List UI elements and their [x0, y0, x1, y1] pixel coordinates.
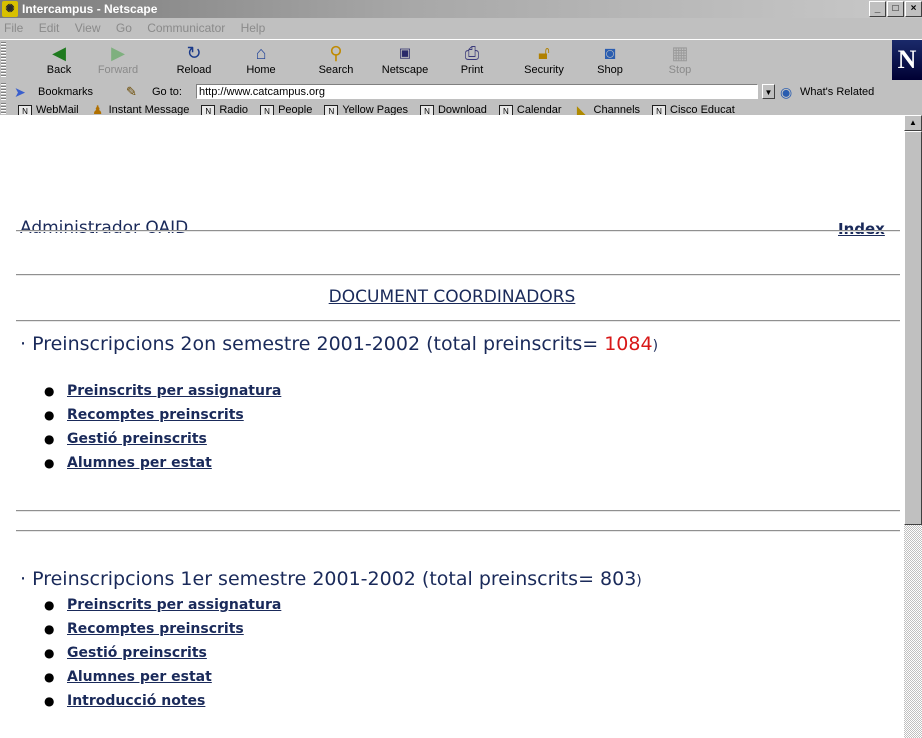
toolbar-area: ◀ Back ▶ Forward ↻ Reload ⌂ Home ⚲ Searc…: [0, 39, 922, 117]
window-title: Intercampus - Netscape: [22, 2, 158, 16]
search-icon: ⚲: [329, 43, 343, 63]
netscape-button[interactable]: ▣ Netscape: [375, 42, 435, 80]
home-button[interactable]: ⌂ Home: [239, 42, 283, 80]
netscape-icon: ▣: [398, 45, 412, 60]
bullet-icon: ●: [44, 694, 55, 708]
goto-label: Go to:: [152, 86, 182, 98]
bookmarks-button[interactable]: Bookmarks: [38, 81, 93, 103]
bullet-icon: ●: [44, 432, 55, 446]
divider: [16, 230, 900, 232]
home-icon: ⌂: [255, 43, 267, 63]
page-content: Administrador OAID Index DOCUMENT COORDI…: [0, 115, 904, 738]
list-item: ● Recomptes preinscrits: [44, 404, 281, 428]
forward-arrow-icon: ▶: [111, 43, 125, 63]
introduccio-notes-link[interactable]: Introducció notes: [67, 693, 205, 709]
divider: [16, 274, 900, 276]
window-controls: _ □ ×: [868, 1, 922, 17]
stop-icon: ▦: [671, 43, 689, 63]
back-button[interactable]: ◀ Back: [36, 42, 82, 80]
gestio-preinscrits-link[interactable]: Gestió preinscrits: [67, 645, 207, 661]
back-arrow-icon: ◀: [52, 43, 66, 63]
total-preinscrits: 1084: [604, 333, 653, 355]
netscape-logo[interactable]: N: [892, 40, 922, 80]
shop-button[interactable]: ◙ Shop: [590, 42, 630, 80]
scroll-thumb[interactable]: [904, 131, 922, 525]
minimize-button[interactable]: _: [869, 1, 886, 17]
forward-button[interactable]: ▶ Forward: [93, 42, 143, 80]
list-item: ● Recomptes preinscrits: [44, 618, 281, 642]
security-button[interactable]: 🔓︎ Security: [517, 42, 571, 80]
list-item: ● Gestió preinscrits: [44, 642, 281, 666]
close-button[interactable]: ×: [905, 1, 922, 17]
menu-help[interactable]: Help: [241, 21, 266, 35]
divider: [16, 320, 900, 322]
page-proxy-icon[interactable]: ✎: [126, 84, 137, 100]
link-list-2on-semestre: ● Preinscrits per assignatura ● Recomptes …: [44, 380, 281, 476]
scroll-up-button[interactable]: ▲: [904, 115, 922, 131]
recomptes-preinscrits-link[interactable]: Recomptes preinscrits: [67, 621, 244, 637]
preinscrits-per-assignatura-link[interactable]: Preinscrits per assignatura: [67, 383, 281, 399]
link-list-1er-semestre: ● Preinscrits per assignatura ● Recomptes …: [44, 594, 281, 714]
bullet-icon: ●: [44, 456, 55, 470]
menu-edit[interactable]: Edit: [39, 21, 60, 35]
list-item: ● Preinscrits per assignatura: [44, 594, 281, 618]
divider: [16, 510, 900, 512]
menu-go[interactable]: Go: [116, 21, 132, 35]
section-title-1er-semestre: · Preinscripcions 1er semestre 2001-2002…: [20, 568, 642, 590]
bullet-icon: ●: [44, 670, 55, 684]
menu-bar: File Edit View Go Communicator Help: [0, 18, 922, 39]
reload-button[interactable]: ↻ Reload: [172, 42, 216, 80]
vertical-scrollbar[interactable]: ▲: [904, 115, 922, 738]
section-title-2on-semestre: · Preinscripcions 2on semestre 2001-2002…: [20, 333, 659, 355]
menu-file[interactable]: File: [4, 21, 23, 35]
location-bar: ➤ Bookmarks ✎ Go to: http://www.catcampu…: [0, 81, 922, 103]
gestio-preinscrits-link[interactable]: Gestió preinscrits: [67, 431, 207, 447]
menu-communicator[interactable]: Communicator: [147, 21, 225, 35]
list-item: ● Gestió preinscrits: [44, 428, 281, 452]
index-link[interactable]: Index: [838, 220, 885, 238]
maximize-button[interactable]: □: [887, 1, 904, 17]
list-item: ● Alumnes per estat: [44, 452, 281, 476]
divider: [16, 530, 900, 532]
total-preinscrits: 803: [600, 568, 637, 590]
bullet-icon: ●: [44, 384, 55, 398]
whats-related-button[interactable]: What's Related: [800, 81, 874, 103]
stop-button[interactable]: ▦ Stop: [660, 42, 700, 80]
bullet-icon: ●: [44, 646, 55, 660]
recomptes-preinscrits-link[interactable]: Recomptes preinscrits: [67, 407, 244, 423]
print-button[interactable]: ⎙ Print: [450, 42, 494, 80]
bullet-icon: ●: [44, 622, 55, 636]
lock-icon: 🔓︎: [538, 43, 550, 63]
document-coordinadors-link[interactable]: DOCUMENT COORDINADORS: [0, 287, 904, 307]
whats-related-icon[interactable]: ◉: [780, 84, 792, 100]
alumnes-per-estat-link[interactable]: Alumnes per estat: [67, 669, 212, 685]
alumnes-per-estat-link[interactable]: Alumnes per estat: [67, 455, 212, 471]
preinscrits-per-assignatura-link[interactable]: Preinscrits per assignatura: [67, 597, 281, 613]
toolbar-grip[interactable]: [1, 42, 6, 78]
search-button[interactable]: ⚲ Search: [311, 42, 361, 80]
menu-view[interactable]: View: [75, 21, 101, 35]
print-icon: ⎙: [464, 43, 480, 63]
window-titlebar: ✺ Intercampus - Netscape _ □ ×: [0, 0, 922, 18]
page-title: Administrador OAID: [20, 218, 189, 238]
bookmarks-icon[interactable]: ➤: [14, 84, 26, 100]
list-item: ● Alumnes per estat: [44, 666, 281, 690]
reload-icon: ↻: [186, 43, 202, 63]
shop-icon: ◙: [604, 43, 616, 63]
list-item: ● Introducció notes: [44, 690, 281, 714]
url-input[interactable]: http://www.catcampus.org: [196, 84, 758, 99]
bullet-icon: ●: [44, 408, 55, 422]
bullet-icon: ●: [44, 598, 55, 612]
list-item: ● Preinscrits per assignatura: [44, 380, 281, 404]
netscape-app-icon: ✺: [2, 1, 18, 17]
url-dropdown-button[interactable]: ▼: [762, 84, 775, 99]
